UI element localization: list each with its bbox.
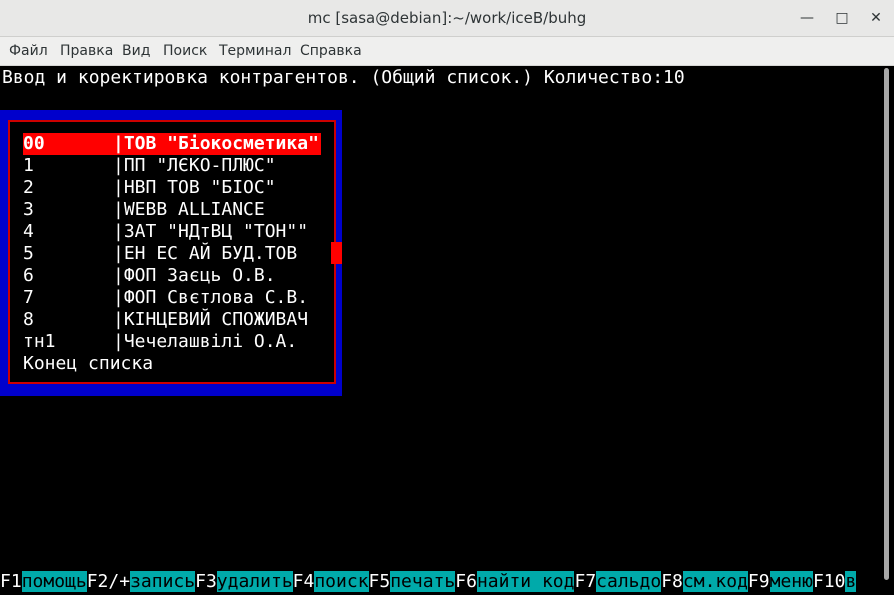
window-title: mc [sasa@debian]:~/work/iceB/buhg bbox=[307, 9, 587, 27]
fkey-f9-label[interactable]: меню bbox=[769, 571, 813, 592]
fkey-f6[interactable]: F6 bbox=[455, 571, 477, 592]
menu-bar: Файл Правка Вид Поиск Терминал Справка bbox=[0, 37, 894, 66]
fkey-f6-label[interactable]: найти код bbox=[476, 571, 575, 592]
fkey-f1-label[interactable]: помощь bbox=[21, 571, 87, 592]
fkey-f4-label[interactable]: поиск bbox=[314, 571, 369, 592]
list-item[interactable]: 6 |ФОП Заєць О.В. bbox=[23, 265, 276, 287]
title-bar: mc [sasa@debian]:~/work/iceB/buhg — □ ✕ bbox=[0, 0, 894, 37]
fkey-f4[interactable]: F4 bbox=[293, 571, 315, 592]
fkey-f10-label[interactable]: в bbox=[845, 571, 857, 592]
list-item[interactable]: тн1 |Чечелашвілі О.А. bbox=[23, 331, 297, 353]
list-scroll-indicator bbox=[331, 242, 342, 264]
fkey-f2[interactable]: F2/+ bbox=[87, 571, 130, 592]
scrollbar-thumb[interactable] bbox=[884, 68, 889, 580]
list-item[interactable]: 1 |ПП "ЛЄКО-ПЛЮС" bbox=[23, 155, 276, 177]
minimize-icon[interactable]: — bbox=[797, 8, 817, 28]
terminal-scrollbar[interactable] bbox=[880, 66, 894, 595]
fkey-f5[interactable]: F5 bbox=[369, 571, 391, 592]
maximize-icon[interactable]: □ bbox=[832, 8, 852, 28]
fkey-f8-label[interactable]: см.код bbox=[682, 571, 748, 592]
fkey-f7-label[interactable]: сальдо bbox=[596, 571, 662, 592]
list-item[interactable]: 3 |WEBB ALLIANCE bbox=[23, 199, 265, 221]
fkey-f2-label[interactable]: запись bbox=[130, 571, 196, 592]
menu-edit[interactable]: Правка bbox=[60, 43, 113, 59]
close-icon[interactable]: ✕ bbox=[866, 8, 886, 28]
list-item-selected[interactable]: 00 |ТОВ "Біокосметика" bbox=[23, 133, 321, 155]
fkey-f8[interactable]: F8 bbox=[661, 571, 683, 592]
list-item[interactable]: 4 |ЗАТ "НДтВЦ "ТОН"" bbox=[23, 221, 308, 243]
fkey-f3[interactable]: F3 bbox=[195, 571, 217, 592]
menu-view[interactable]: Вид bbox=[122, 43, 150, 59]
screen-header: Ввод и коректировка контрагентов. (Общий… bbox=[2, 67, 685, 88]
terminal-area[interactable]: Ввод и коректировка контрагентов. (Общий… bbox=[0, 66, 880, 595]
fkey-f5-label[interactable]: печать bbox=[390, 571, 456, 592]
menu-terminal[interactable]: Терминал bbox=[219, 43, 291, 59]
fkey-f7[interactable]: F7 bbox=[574, 571, 596, 592]
function-key-bar: F1помощьF2/+записьF3удалитьF4поискF5печа… bbox=[0, 571, 857, 593]
list-item[interactable]: 7 |ФОП Свєтлова С.В. bbox=[23, 287, 308, 309]
list-item[interactable]: 2 |НВП ТОВ "БІОС" bbox=[23, 177, 276, 199]
fkey-f3-label[interactable]: удалить bbox=[216, 571, 293, 592]
fkey-f9[interactable]: F9 bbox=[748, 571, 770, 592]
list-item[interactable]: 8 |КІНЦЕВИЙ СПОЖИВАЧ bbox=[23, 309, 308, 331]
fkey-f10[interactable]: F10 bbox=[813, 571, 846, 592]
list-item[interactable]: 5 |ЕН ЕС АЙ БУД.ТОВ bbox=[23, 243, 297, 265]
fkey-f1[interactable]: F1 bbox=[0, 571, 22, 592]
contractor-list-box: 00 |ТОВ "Біокосметика" 1 |ПП "ЛЄКО-ПЛЮС" 2… bbox=[0, 110, 342, 396]
menu-file[interactable]: Файл bbox=[9, 43, 48, 59]
menu-help[interactable]: Справка bbox=[300, 43, 362, 59]
list-end-label: Конец списка bbox=[23, 353, 154, 374]
menu-search[interactable]: Поиск bbox=[163, 43, 207, 59]
